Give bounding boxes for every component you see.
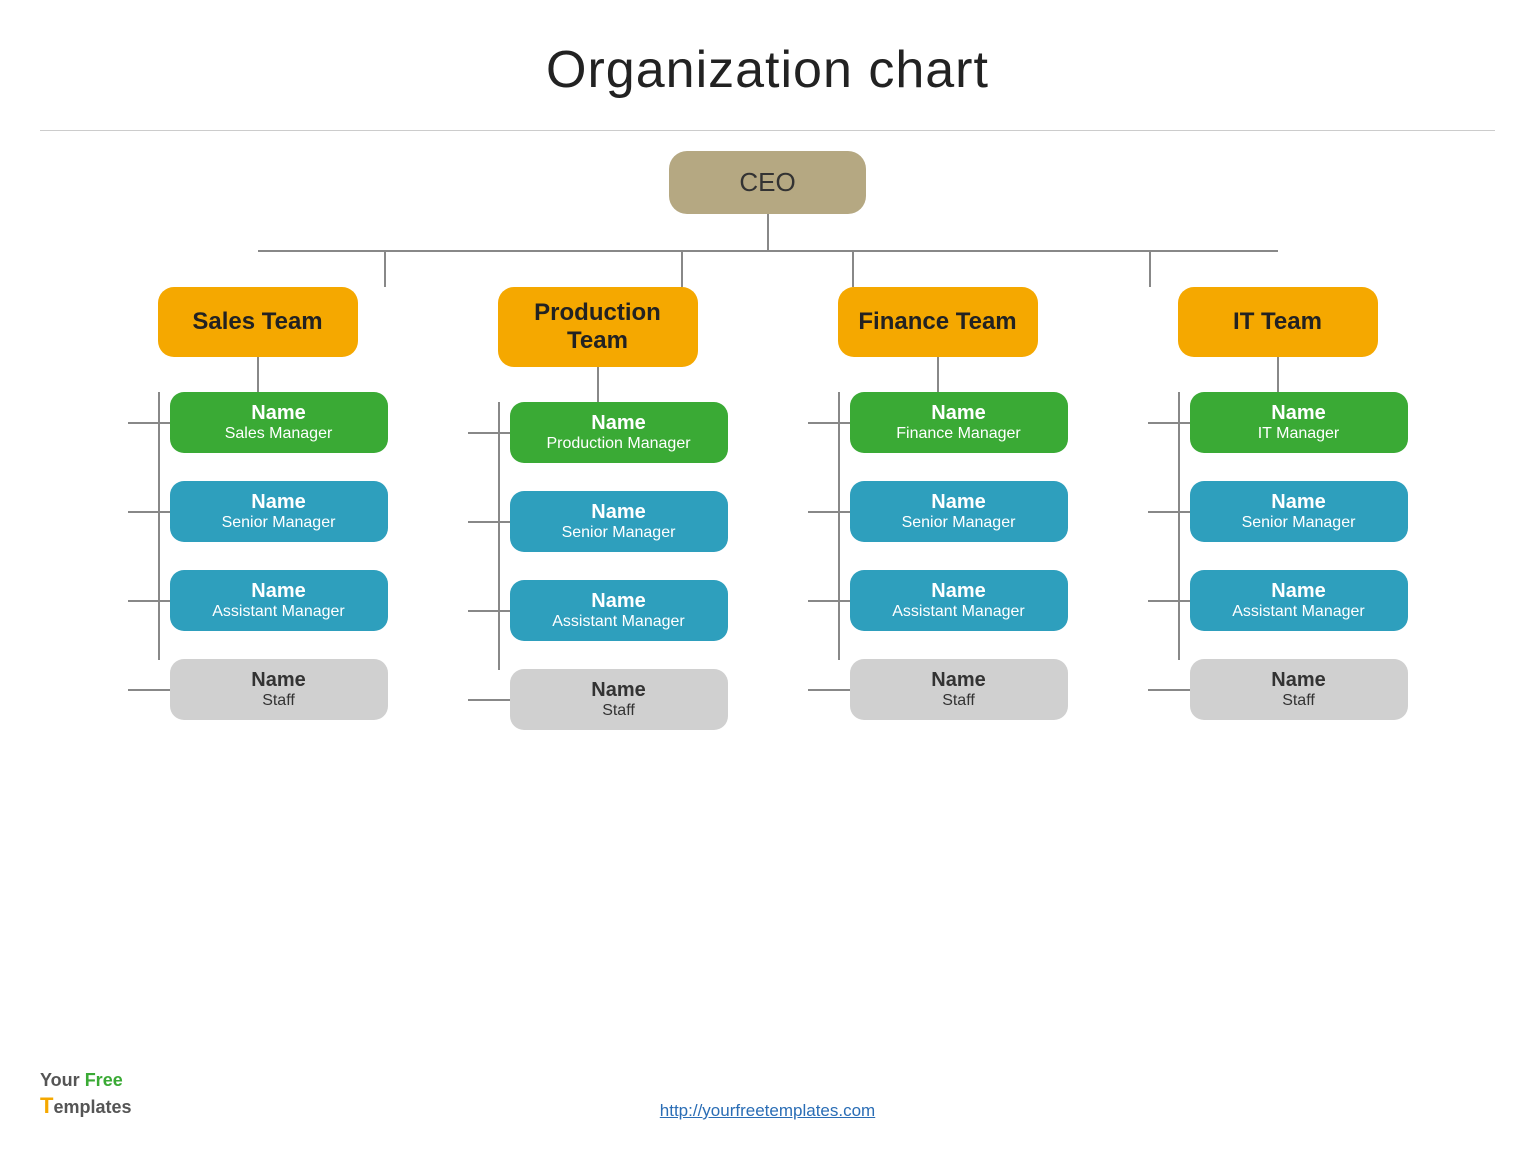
sales-assistant-row: Name Assistant Manager: [128, 570, 388, 631]
sales-manager-node: Name Sales Manager: [170, 392, 388, 453]
production-team-node: Production Team: [498, 287, 698, 367]
footer: Your Free Templates http://yourfreetempl…: [0, 1101, 1535, 1121]
it-staff-node: Name Staff: [1190, 659, 1408, 720]
it-connector-v: [1149, 252, 1151, 287]
finance-staff-row: Name Staff: [808, 659, 1068, 720]
production-staff-node: Name Staff: [510, 669, 728, 730]
finance-manager-hline: [808, 422, 850, 424]
it-left-vline: [1178, 392, 1180, 660]
page-title: Organization chart: [0, 0, 1535, 130]
production-team-connector: [597, 367, 599, 402]
logo-your: Your: [40, 1070, 80, 1090]
it-manager-node: Name IT Manager: [1190, 392, 1408, 453]
logo-templates-rest: emplates: [53, 1097, 131, 1117]
it-sub-col: Name IT Manager Name Senior Manager Name: [1108, 392, 1448, 720]
sales-assistant-hline: [128, 600, 170, 602]
footer-link[interactable]: http://yourfreetemplates.com: [660, 1101, 875, 1121]
finance-team-connector: [937, 357, 939, 392]
finance-staff-hline: [808, 689, 850, 691]
production-manager-row: Name Production Manager: [468, 402, 728, 463]
production-left-vline: [498, 402, 500, 670]
footer-logo-top: Your Free: [40, 1069, 132, 1092]
it-staff-hline: [1148, 689, 1190, 691]
production-assistant-row: Name Assistant Manager: [468, 580, 728, 641]
production-senior-hline: [468, 521, 510, 523]
it-assistant-hline: [1148, 600, 1190, 602]
org-chart: CEO Sales Team: [0, 131, 1535, 730]
finance-connector-v: [852, 252, 854, 287]
sales-team-node: Sales Team: [158, 287, 358, 357]
it-senior-node: Name Senior Manager: [1190, 481, 1408, 542]
production-assistant-hline: [468, 610, 510, 612]
it-team-col: IT Team Name IT Manager Name Senior Ma: [1108, 287, 1448, 730]
sales-senior-node: Name Senior Manager: [170, 481, 388, 542]
finance-manager-node: Name Finance Manager: [850, 392, 1068, 453]
production-team-col: Production Team Name Production Manager …: [428, 287, 768, 730]
production-connector-v: [681, 252, 683, 287]
finance-left-vline: [838, 392, 840, 660]
production-staff-hline: [468, 699, 510, 701]
production-assistant-node: Name Assistant Manager: [510, 580, 728, 641]
sales-senior-row: Name Senior Manager: [128, 481, 388, 542]
sales-staff-node: Name Staff: [170, 659, 388, 720]
finance-manager-row: Name Finance Manager: [808, 392, 1068, 453]
ceo-connector-v: [767, 214, 769, 250]
finance-senior-hline: [808, 511, 850, 513]
finance-assistant-hline: [808, 600, 850, 602]
sales-staff-hline: [128, 689, 170, 691]
it-staff-row: Name Staff: [1148, 659, 1408, 720]
ceo-row: CEO: [669, 151, 865, 214]
it-manager-row: Name IT Manager: [1148, 392, 1408, 453]
finance-team-node: Finance Team: [838, 287, 1038, 357]
sales-staff-row: Name Staff: [128, 659, 388, 720]
sales-team-col: Sales Team Name Sales Manager: [88, 287, 428, 730]
it-assistant-row: Name Assistant Manager: [1148, 570, 1408, 631]
horizontal-bar: [258, 250, 1278, 252]
finance-staff-node: Name Staff: [850, 659, 1068, 720]
production-senior-row: Name Senior Manager: [468, 491, 728, 552]
production-manager-node: Name Production Manager: [510, 402, 728, 463]
team-connectors: [258, 252, 1278, 287]
finance-sub-col: Name Finance Manager Name Senior Manager…: [768, 392, 1108, 720]
teams-row: Sales Team Name Sales Manager: [88, 287, 1448, 730]
footer-logo-bottom: Templates: [40, 1092, 132, 1121]
sales-senior-hline: [128, 511, 170, 513]
ceo-node: CEO: [669, 151, 865, 214]
sales-connector-v: [384, 252, 386, 287]
finance-team-col: Finance Team Name Finance Manager Name: [768, 287, 1108, 730]
sales-manager-hline: [128, 422, 170, 424]
logo-free: Free: [85, 1070, 123, 1090]
finance-assistant-node: Name Assistant Manager: [850, 570, 1068, 631]
logo-t-icon: T: [40, 1093, 53, 1118]
it-senior-row: Name Senior Manager: [1148, 481, 1408, 542]
sales-sub-col: Name Sales Manager Name Senior Manager: [88, 392, 428, 720]
production-senior-node: Name Senior Manager: [510, 491, 728, 552]
it-senior-hline: [1148, 511, 1190, 513]
sales-team-connector: [257, 357, 259, 392]
production-staff-row: Name Staff: [468, 669, 728, 730]
it-assistant-node: Name Assistant Manager: [1190, 570, 1408, 631]
finance-senior-node: Name Senior Manager: [850, 481, 1068, 542]
finance-assistant-row: Name Assistant Manager: [808, 570, 1068, 631]
production-sub-col: Name Production Manager Name Senior Mana…: [428, 402, 768, 730]
sales-manager-row: Name Sales Manager: [128, 392, 388, 453]
sales-left-vline: [158, 392, 160, 660]
finance-senior-row: Name Senior Manager: [808, 481, 1068, 542]
production-manager-hline: [468, 432, 510, 434]
it-team-connector: [1277, 357, 1279, 392]
it-team-node: IT Team: [1178, 287, 1378, 357]
sales-assistant-node: Name Assistant Manager: [170, 570, 388, 631]
it-manager-hline: [1148, 422, 1190, 424]
footer-logo: Your Free Templates: [40, 1069, 132, 1121]
